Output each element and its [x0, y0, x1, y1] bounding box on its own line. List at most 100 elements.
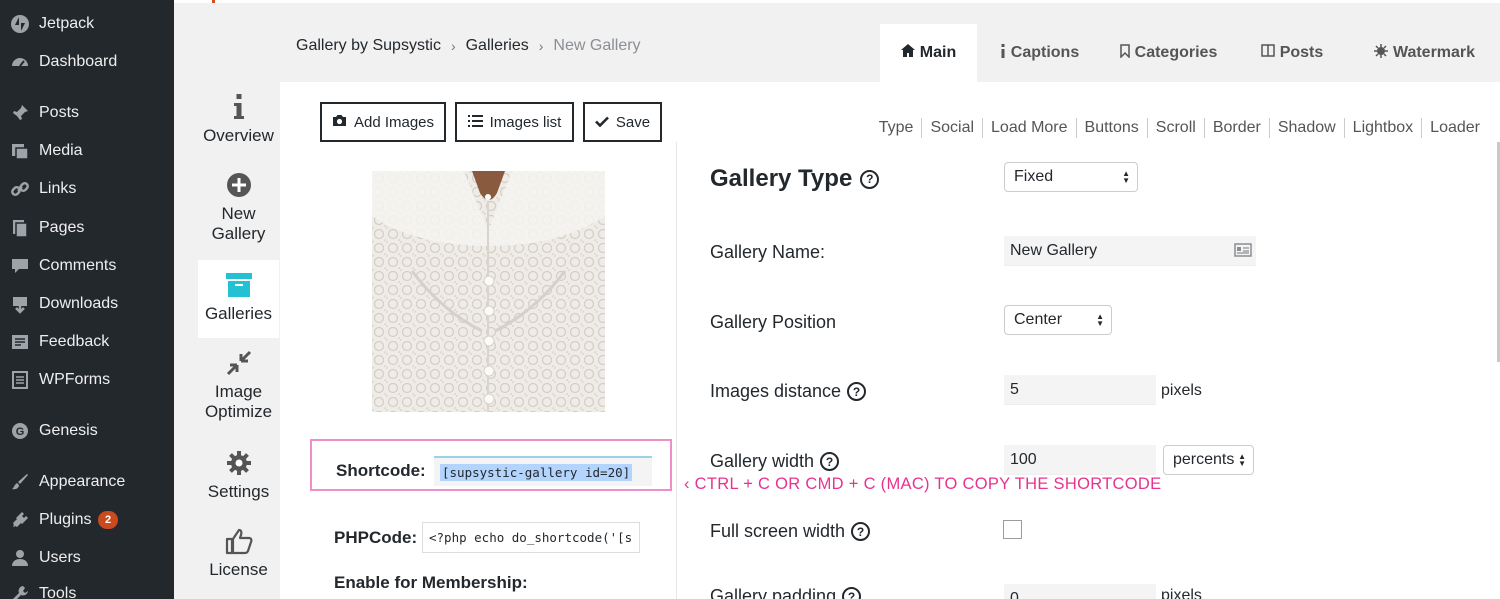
tab-captions-label: Captions	[1010, 44, 1080, 61]
gallery-position-select[interactable]: Center ▲ ▼	[1004, 305, 1112, 335]
subtab-shadow[interactable]: Shadow	[1270, 118, 1345, 138]
menu-pages[interactable]: Pages	[0, 210, 174, 246]
membership-label: Enable for Membership:	[334, 573, 528, 592]
plugin-menu-license[interactable]: License	[198, 526, 279, 588]
gallery-position-text: Gallery Position	[710, 312, 837, 332]
gallery-preview-image	[372, 171, 605, 412]
watermark-icon	[1373, 43, 1388, 63]
menu-media[interactable]: Media	[0, 133, 174, 169]
wp-admin-sidebar: Jetpack Dashboard Posts Media Links Page…	[0, 0, 174, 599]
tab-watermark-label: Watermark	[1392, 44, 1476, 61]
menu-jetpack[interactable]: Jetpack	[0, 6, 174, 42]
gallery-width-input[interactable]: 100	[1004, 445, 1156, 475]
plugin-menu-new-gallery[interactable]: New Gallery	[198, 170, 279, 250]
images-list-label: Images list	[489, 113, 562, 131]
compress-icon	[226, 348, 252, 378]
subtab-social[interactable]: Social	[922, 118, 984, 138]
menu-dashboard[interactable]: Dashboard	[0, 44, 174, 80]
full-screen-width-label: Full screen width ?	[710, 521, 871, 542]
gallery-name-value: New Gallery	[1010, 241, 1098, 259]
menu-plugins[interactable]: Plugins 2	[0, 502, 174, 538]
menu-feedback[interactable]: Feedback	[0, 324, 174, 360]
gallery-type-select[interactable]: Fixed ▲ ▼	[1004, 162, 1138, 192]
gallery-editor-panel: Add Images Images list Save Type Social …	[280, 82, 1500, 599]
genesis-icon: G	[9, 420, 31, 442]
shortcode-label: Shortcode:	[336, 461, 426, 480]
check-icon	[594, 114, 609, 131]
menu-comments[interactable]: Comments	[0, 248, 174, 284]
user-icon	[9, 547, 31, 569]
menu-downloads[interactable]: Downloads	[0, 286, 174, 322]
pin-icon	[9, 102, 31, 124]
archive-icon	[225, 270, 253, 300]
gallery-width-unit: percents	[1173, 451, 1235, 468]
add-images-button[interactable]: Add Images	[320, 102, 446, 142]
select-arrows-icon: ▲ ▼	[1122, 169, 1130, 185]
jetpack-icon	[9, 13, 31, 35]
save-label: Save	[615, 113, 651, 131]
subtab-load-more[interactable]: Load More	[983, 118, 1077, 138]
header-accent-mark	[212, 0, 215, 3]
plugin-menu-overview[interactable]: Overview	[198, 92, 279, 162]
tab-categories[interactable]: Categories	[1102, 24, 1235, 82]
help-icon[interactable]: ?	[851, 522, 871, 541]
images-distance-label: Images distance ?	[710, 381, 867, 402]
menu-genesis[interactable]: G Genesis	[0, 413, 174, 449]
gallery-width-text: Gallery width	[710, 451, 815, 471]
gallery-padding-unit: pixels	[1161, 587, 1202, 599]
images-list-button[interactable]: Images list	[455, 102, 574, 142]
plugin-menu-label: License	[209, 560, 268, 579]
images-distance-input[interactable]: 5	[1004, 375, 1156, 405]
full-screen-width-checkbox[interactable]	[1003, 520, 1022, 539]
contact-card-icon	[1234, 243, 1252, 262]
breadcrumb-galleries[interactable]: Galleries	[466, 37, 529, 55]
help-icon[interactable]: ?	[820, 452, 840, 471]
tab-captions[interactable]: Captions	[977, 24, 1102, 82]
help-icon[interactable]: ?	[842, 587, 862, 599]
subtab-buttons[interactable]: Buttons	[1077, 118, 1148, 138]
add-images-label: Add Images	[353, 113, 435, 131]
breadcrumb-separator: ›	[450, 38, 456, 54]
subtab-loader[interactable]: Loader	[1422, 118, 1480, 138]
gallery-padding-input[interactable]: 0	[1004, 584, 1156, 599]
menu-appearance[interactable]: Appearance	[0, 464, 174, 500]
shortcode-value: [supsystic-gallery id=20]	[440, 463, 633, 481]
gear-icon	[226, 448, 252, 478]
shortcode-field[interactable]: [supsystic-gallery id=20]	[434, 456, 652, 486]
forms-icon	[9, 369, 31, 391]
select-arrows-icon: ▲ ▼	[1238, 452, 1246, 468]
thumbs-up-icon	[224, 526, 254, 556]
menu-users[interactable]: Users	[0, 540, 174, 576]
plugin-menu-galleries[interactable]: Galleries	[198, 260, 279, 338]
plugin-menu-settings[interactable]: Settings	[198, 448, 279, 508]
menu-wpforms[interactable]: WPForms	[0, 362, 174, 398]
camera-icon	[332, 114, 347, 131]
gallery-width-unit-select[interactable]: percents ▲ ▼	[1163, 445, 1254, 475]
select-arrows-icon: ▲ ▼	[1096, 312, 1104, 328]
plugin-menu-image-optimize[interactable]: Image Optimize	[198, 348, 279, 428]
plus-circle-icon	[226, 170, 252, 200]
help-icon[interactable]: ?	[860, 169, 880, 189]
phpcode-field[interactable]: <?php echo do_shortcode('[s	[422, 522, 640, 553]
subtab-lightbox[interactable]: Lightbox	[1345, 118, 1423, 138]
breadcrumb-separator: ›	[538, 38, 544, 54]
breadcrumb-root[interactable]: Gallery by Supsystic	[296, 37, 441, 55]
tab-posts[interactable]: Posts	[1235, 24, 1349, 82]
gallery-name-text: Gallery Name:	[710, 242, 826, 262]
subtab-type[interactable]: Type	[871, 118, 923, 138]
tab-watermark[interactable]: Watermark	[1349, 24, 1500, 82]
menu-tools[interactable]: Tools	[0, 576, 174, 599]
gallery-name-input[interactable]: New Gallery	[1004, 236, 1256, 266]
menu-posts[interactable]: Posts	[0, 95, 174, 131]
plugin-menu: Overview New Gallery Galleries Image Opt…	[198, 82, 280, 599]
tab-main[interactable]: Main	[880, 24, 977, 82]
gallery-position-label: Gallery Position	[710, 312, 836, 333]
menu-links[interactable]: Links	[0, 171, 174, 207]
save-button[interactable]: Save	[583, 102, 662, 142]
subtab-scroll[interactable]: Scroll	[1148, 118, 1205, 138]
info-icon	[233, 92, 244, 122]
download-icon	[9, 293, 31, 315]
help-icon[interactable]: ?	[847, 382, 867, 401]
subtab-border[interactable]: Border	[1205, 118, 1270, 138]
plugin-menu-label: New	[221, 204, 256, 223]
